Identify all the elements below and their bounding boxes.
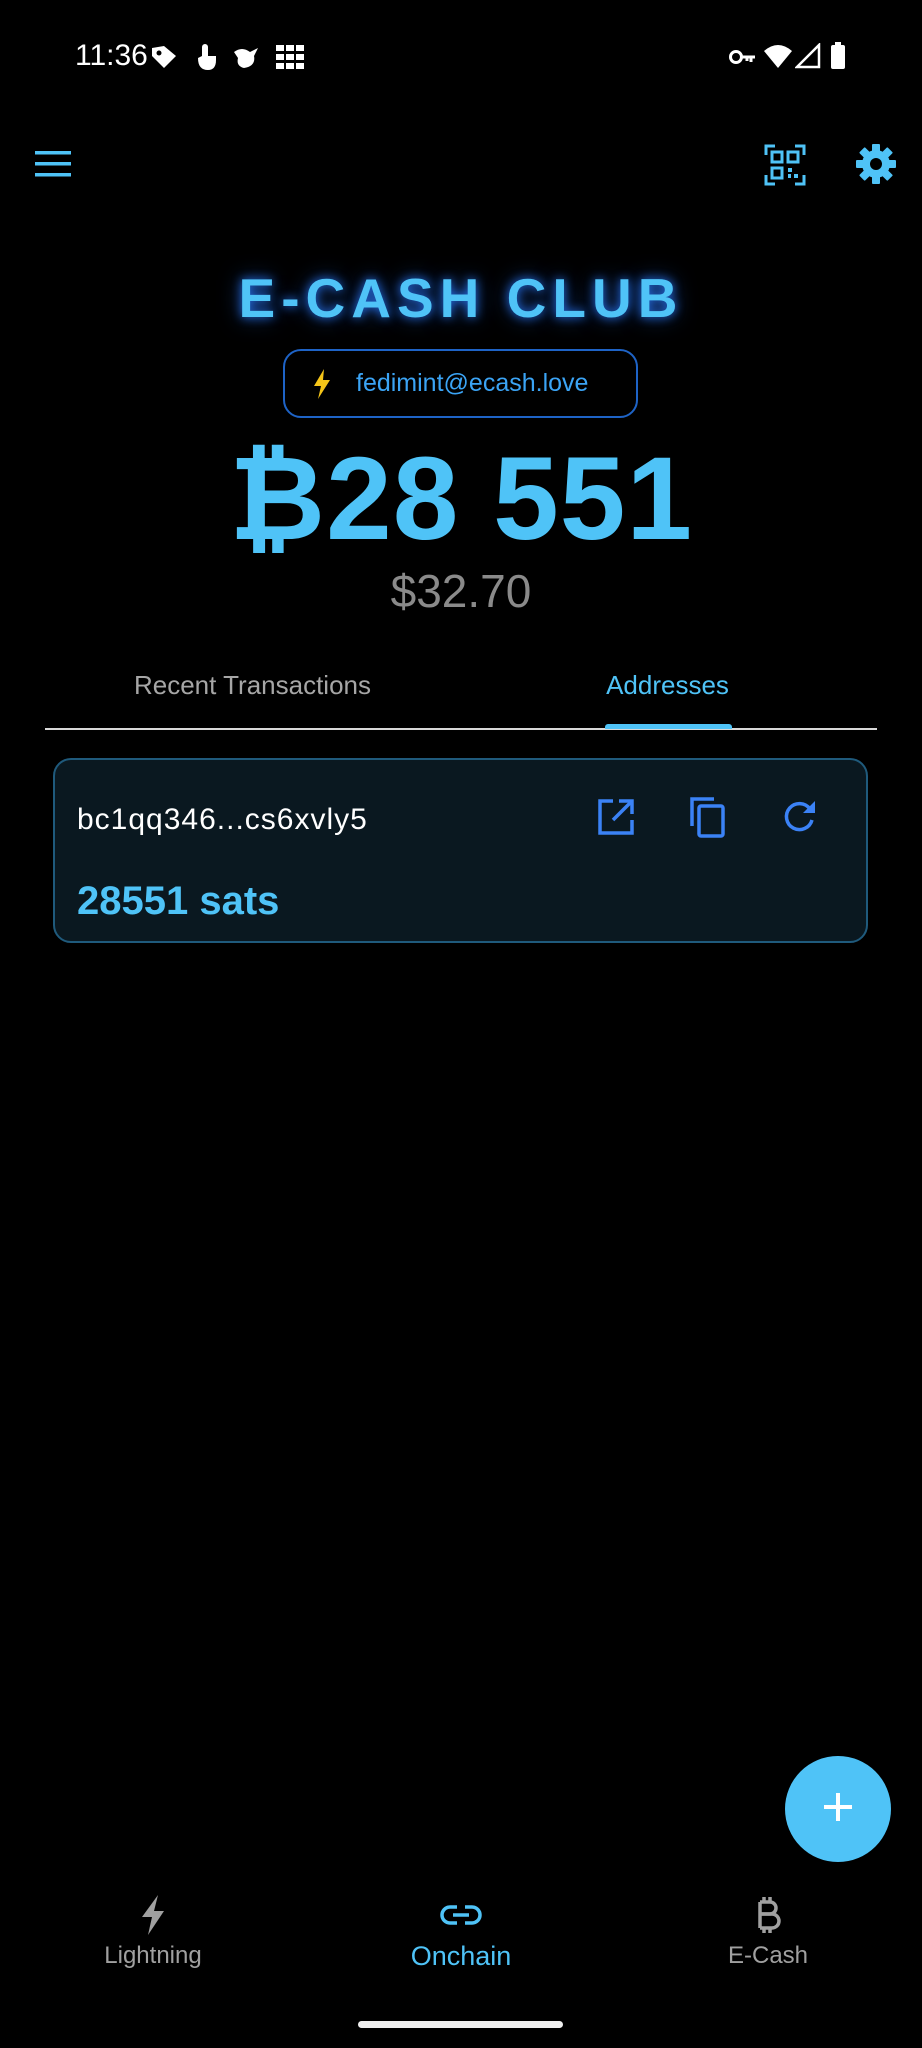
lightning-address: fedimint@ecash.love [356,369,589,397]
address-balance: 28551 sats [77,879,280,923]
club-title: E-CASH CLUB [238,267,684,329]
tab-selected-indicator [605,724,732,729]
bird-icon [232,44,260,70]
balance-amount: ₿28 551 [228,433,694,565]
plus-icon [822,1791,854,1828]
menu-icon[interactable] [34,149,72,179]
nav-lightning-label: Lightning [104,1942,202,1969]
battery-icon [830,42,846,70]
link-icon [331,1895,591,1935]
refresh-icon[interactable] [781,799,817,835]
fiat-balance: $32.70 [390,565,532,617]
signal-icon [795,43,821,69]
copy-icon[interactable] [688,796,726,838]
nav-ecash-label: E-Cash [727,1942,809,1969]
lightning-address-chip[interactable]: fedimint@ecash.love [283,349,638,418]
bitcoin-icon [638,1895,898,1935]
wifi-icon [763,43,793,69]
nav-ecash[interactable]: E-Cash [638,1895,898,2005]
home-indicator[interactable] [358,2021,563,2028]
grid-icon [275,44,305,70]
open-external-icon[interactable] [597,798,635,836]
touch-icon [194,42,218,72]
address-card: bc1qq346...cs6xvly5 28551 sats [53,758,868,943]
key-icon [729,48,757,66]
gear-icon[interactable] [856,144,896,184]
tab-divider [45,728,877,730]
add-button[interactable] [785,1756,891,1862]
lightning-icon [23,1895,283,1935]
nav-onchain[interactable]: Onchain [331,1895,591,2005]
nav-lightning[interactable]: Lightning [23,1895,283,2005]
status-time: 11:36 [75,39,148,72]
tab-addresses[interactable]: Addresses [460,660,875,710]
nav-onchain-label: Onchain [410,1941,512,1971]
tab-recent-transactions[interactable]: Recent Transactions [45,660,460,710]
tag-icon [150,44,178,70]
address-text: bc1qq346...cs6xvly5 [77,803,368,836]
lightning-bolt-icon [312,369,332,404]
qr-scan-icon[interactable] [764,144,806,186]
status-bar: 11:36 [0,0,922,110]
